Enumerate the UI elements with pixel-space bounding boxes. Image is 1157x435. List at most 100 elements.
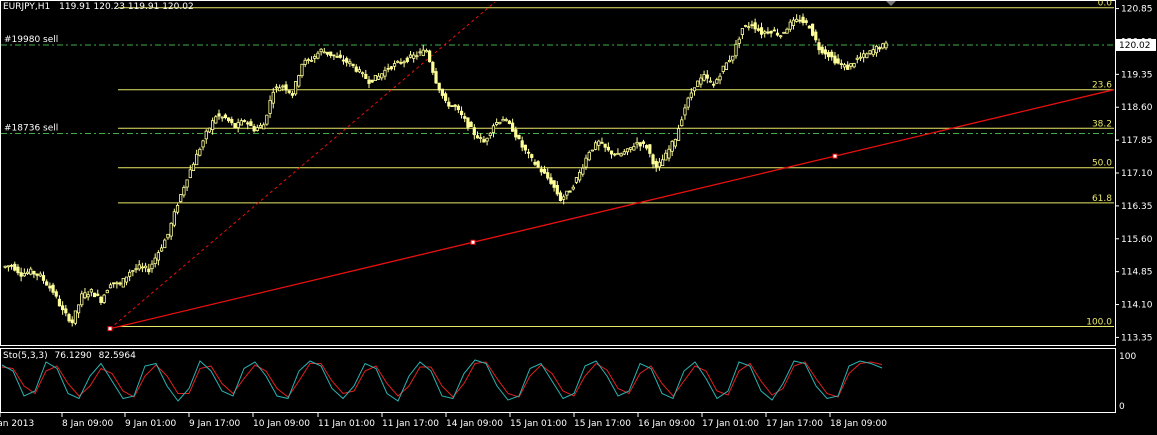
candle-body	[153, 257, 157, 265]
candle-body	[463, 116, 467, 119]
candle-body	[472, 127, 476, 136]
time-tick-label: 15 Jan 01:00	[510, 419, 567, 429]
chart-shift-marker-icon[interactable]	[886, 1, 896, 6]
time-tick-label: 17 Jan 01:00	[702, 419, 759, 429]
candle-body	[676, 128, 681, 141]
candle-body	[833, 55, 837, 64]
trendline-anchor-handle[interactable]	[470, 239, 476, 245]
candle-body	[431, 61, 435, 73]
candle-body	[376, 75, 381, 80]
candle-body	[428, 50, 432, 63]
time-tick-label: 16 Jan 09:00	[638, 419, 695, 429]
candle-body	[661, 159, 665, 167]
candle-body	[865, 53, 869, 59]
candle-body	[399, 62, 403, 64]
candle-body	[721, 65, 725, 72]
symbol-label: EURJPY,H1	[3, 2, 51, 12]
candle-body	[622, 151, 626, 155]
candle-body	[807, 25, 812, 29]
candle-body	[19, 272, 23, 277]
candle-body	[191, 163, 196, 171]
candle-body	[667, 148, 671, 159]
candle-body	[504, 119, 508, 121]
trendlines[interactable]	[107, 1, 1115, 332]
candle-body	[156, 252, 160, 261]
candle-body	[498, 121, 502, 125]
candle-body	[70, 319, 74, 324]
candle-body	[785, 28, 789, 34]
price-tick-label: 118.60	[1121, 103, 1153, 113]
candle-body	[424, 50, 429, 53]
candle-body	[32, 271, 36, 275]
candle-body	[638, 142, 642, 147]
candle-body	[83, 292, 87, 299]
candle-body	[150, 263, 154, 270]
candle-body	[871, 49, 875, 56]
candle-body	[147, 268, 151, 273]
chart-canvas[interactable]: 0.0 23.6 38.2 50.0 61.8 100.0 #19980 sell #187…	[0, 0, 1157, 435]
candle-body	[632, 146, 636, 151]
candle-body	[775, 32, 780, 36]
order-lines[interactable]: #19980 sell #18736 sell	[1, 35, 1114, 135]
candle-body	[128, 271, 132, 277]
candle-body	[351, 63, 355, 67]
candle-body	[45, 281, 49, 286]
candle-body	[670, 140, 674, 152]
stochastic-signal-line	[1, 361, 883, 398]
candle-body	[329, 51, 333, 56]
candle-body	[488, 132, 492, 136]
candle-body	[278, 87, 282, 92]
candle-body	[226, 117, 231, 122]
trendline-anchor-handle[interactable]	[832, 153, 838, 159]
candle-body	[629, 147, 633, 150]
fibonacci-retracement[interactable]: 0.0 23.6 38.2 50.0 61.8 100.0	[118, 0, 1114, 327]
candle-body	[134, 268, 138, 271]
candle-body	[386, 67, 390, 70]
candle-body	[795, 18, 799, 22]
price-tick-label: 114.85	[1121, 268, 1153, 278]
candle-body	[13, 263, 17, 271]
candle-body	[782, 31, 786, 34]
candle-body	[820, 46, 824, 54]
candle-body	[654, 161, 658, 168]
candle-body	[383, 69, 387, 77]
stochastic-tick-label: 0	[1119, 402, 1125, 412]
candle-body	[338, 54, 342, 58]
candle-body	[6, 265, 10, 268]
candle-body	[159, 247, 164, 252]
price-tick-label: 117.85	[1121, 136, 1153, 146]
candle-body	[600, 142, 604, 144]
candle-body	[96, 293, 100, 296]
candle-body	[121, 278, 125, 288]
candle-body	[364, 73, 368, 79]
stochastic-title: Sto(5,3,3) 76.1290 82.5964	[3, 351, 136, 361]
candle-body	[262, 124, 266, 130]
candle-body	[731, 55, 735, 61]
candle-body	[507, 120, 512, 124]
candle-body	[418, 51, 422, 54]
candle-body	[137, 264, 141, 270]
candle-body	[466, 117, 470, 128]
candle-body	[118, 282, 122, 285]
candle-body	[348, 61, 352, 65]
candle-body	[664, 152, 668, 161]
candle-body	[456, 105, 460, 111]
candle-body	[766, 31, 770, 34]
candle-body	[743, 25, 748, 27]
candle-body	[207, 127, 212, 133]
candle-body	[249, 121, 253, 127]
channel-trendline[interactable]	[109, 1, 496, 330]
candle-body	[211, 120, 215, 131]
candle-body	[878, 47, 882, 50]
candle-body	[57, 298, 62, 307]
trendline-anchor-handle[interactable]	[107, 326, 113, 332]
candle-body	[41, 275, 46, 281]
candle-body	[826, 52, 831, 58]
candlestick-series	[3, 13, 888, 327]
candle-body	[712, 83, 716, 86]
candle-body	[76, 304, 81, 314]
candle-body	[511, 122, 515, 132]
time-tick-label: 17 Jan 17:00	[766, 419, 823, 429]
price-tick-label: 113.35	[1121, 333, 1153, 343]
candle-body	[565, 190, 569, 196]
